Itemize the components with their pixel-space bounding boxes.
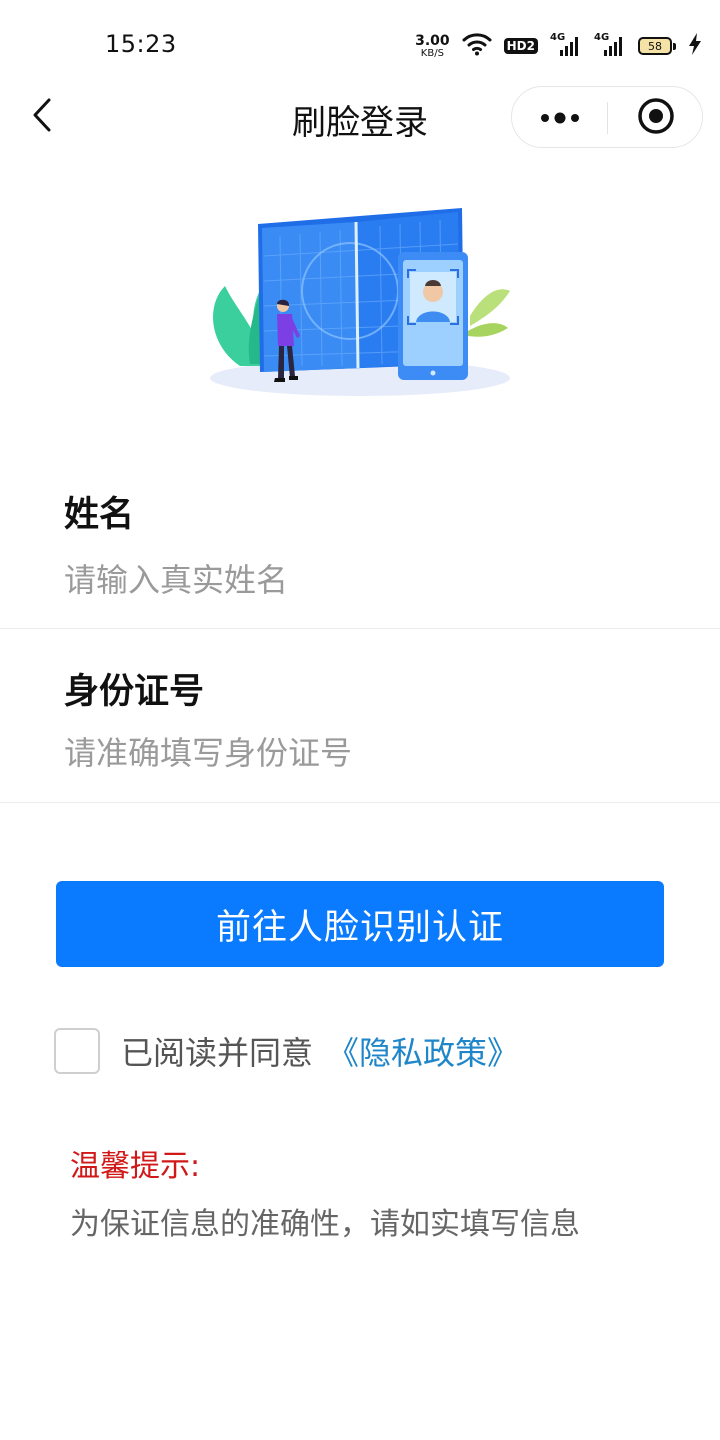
cellular-signal-icon-1: 4G xyxy=(550,32,582,58)
tips-title: 温馨提示: xyxy=(70,1149,201,1184)
battery-level: 58 xyxy=(638,37,672,55)
name-input[interactable] xyxy=(64,556,664,604)
status-time: 15:23 xyxy=(105,30,177,58)
face-verification-button[interactable]: 前往人脸识别认证 xyxy=(56,881,664,967)
name-label: 姓名 xyxy=(64,495,135,535)
agree-text: 已阅读并同意 xyxy=(121,1034,314,1072)
privacy-policy-link[interactable]: 《隐私政策》 xyxy=(327,1028,519,1074)
network-speed: 3.00 KB/S xyxy=(415,34,450,59)
battery-icon: 58 xyxy=(638,37,676,55)
network-speed-unit: KB/S xyxy=(420,47,444,59)
id-number-field: 身份证号 xyxy=(0,663,720,804)
status-bar: 15:23 3.00 KB/S HD2 4G 4G 58 xyxy=(0,0,720,86)
status-icons: 3.00 KB/S HD2 4G 4G 58 xyxy=(415,26,702,66)
charging-icon xyxy=(688,33,702,59)
name-field-divider xyxy=(0,628,720,629)
id-field-divider xyxy=(0,802,720,803)
name-field: 姓名 xyxy=(0,486,720,630)
more-dots-icon xyxy=(540,109,580,128)
id-number-input[interactable] xyxy=(64,729,664,777)
privacy-agreement-row: 已阅读并同意 《隐私政策》 xyxy=(54,1026,519,1076)
close-mini-program-button[interactable] xyxy=(608,87,704,149)
hd-voice-badge: HD2 xyxy=(503,38,538,54)
face-recognition-illustration xyxy=(200,196,520,406)
network-speed-value: 3.00 xyxy=(415,32,450,49)
id-number-label: 身份证号 xyxy=(64,672,205,712)
agree-checkbox[interactable] xyxy=(54,1028,100,1074)
wifi-icon xyxy=(462,32,492,60)
more-button[interactable] xyxy=(512,87,608,149)
mini-program-capsule xyxy=(511,86,703,148)
cellular-signal-icon-2: 4G xyxy=(594,32,626,58)
target-circle-icon xyxy=(637,97,675,139)
tips-text: 为保证信息的准确性，请如实填写信息 xyxy=(70,1207,580,1242)
navigation-bar: 刷脸登录 xyxy=(0,86,720,148)
battery-cap xyxy=(673,42,676,50)
